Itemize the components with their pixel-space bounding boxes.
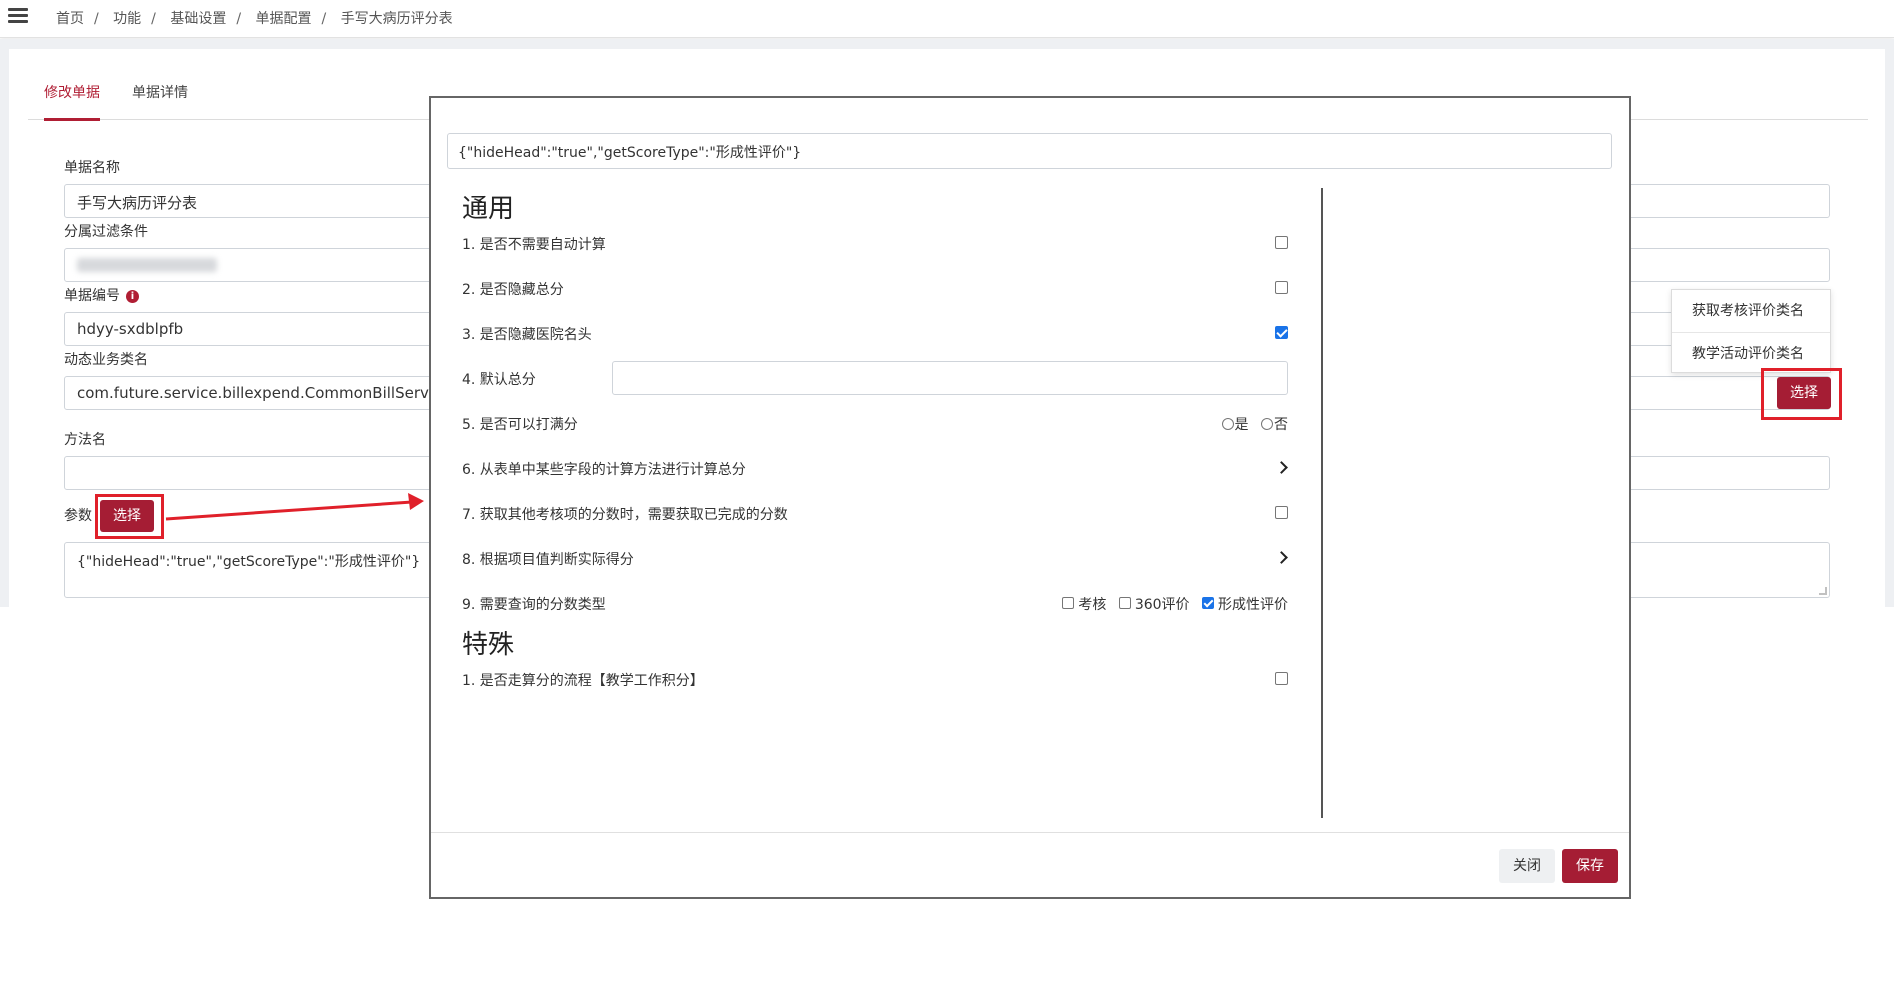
annotation-box-select (1761, 368, 1842, 420)
score-type-assessment[interactable]: 考核 (1062, 594, 1106, 614)
option-checkbox-no-auto-calc[interactable] (1275, 236, 1288, 249)
radio-yes[interactable] (1221, 418, 1234, 430)
option-label: 5. 是否可以打满分 (462, 417, 578, 433)
param-textarea-value: {"hideHead":"true","getScoreType":"形成性评价… (77, 554, 421, 570)
section-title-special: 特殊 (462, 630, 515, 660)
info-icon: i (126, 290, 139, 303)
bill-code-label: 单据编号 i (64, 285, 139, 305)
breadcrumb: 首页 / 功能 / 基础设置 / 单据配置 / 手写大病历评分表 (56, 11, 453, 27)
section-title-general: 通用 (462, 194, 515, 224)
option-row-8[interactable]: 8. 根据项目值判断实际得分 (462, 547, 1288, 571)
checkbox[interactable] (1062, 597, 1075, 609)
tab-edit-bill[interactable]: 修改单据 (44, 82, 100, 121)
option-checkbox-hide-total[interactable] (1275, 281, 1288, 294)
modal-divider (1321, 188, 1323, 818)
annotation-box-param (95, 494, 164, 539)
option-row-7: 7. 获取其他考核项的分数时，需要获取已完成的分数 (462, 502, 1288, 526)
resize-handle[interactable] (1819, 587, 1827, 595)
breadcrumb-bill-config[interactable]: 单据配置 (256, 11, 312, 27)
modal-options: 通用 1. 是否不需要自动计算 2. 是否隐藏总分 3. 是否隐藏医院名头 4.… (462, 188, 1302, 815)
menu-icon[interactable] (8, 8, 28, 24)
bill-name-label: 单据名称 (64, 160, 120, 176)
breadcrumb-basic-settings[interactable]: 基础设置 (170, 11, 226, 27)
breadcrumb-function[interactable]: 功能 (113, 11, 141, 27)
score-type-360[interactable]: 360评价 (1118, 594, 1190, 614)
radio-yes-label: 是 (1234, 417, 1249, 433)
score-type-formative[interactable]: 形成性评价 (1202, 594, 1288, 614)
option-label: 6. 从表单中某些字段的计算方法进行计算总分 (462, 462, 746, 478)
option-row-5: 5. 是否可以打满分 是 否 (462, 412, 1288, 436)
modal-param-input[interactable]: {"hideHead":"true","getScoreType":"形成性评价… (447, 133, 1612, 169)
params-modal: {"hideHead":"true","getScoreType":"形成性评价… (429, 96, 1631, 899)
chevron-right-icon[interactable] (1275, 551, 1288, 564)
option-row-4: 4. 默认总分 (462, 361, 1288, 395)
top-bar: 首页 / 功能 / 基础设置 / 单据配置 / 手写大病历评分表 (0, 0, 1894, 38)
radio-no[interactable] (1261, 418, 1273, 430)
option-row-3: 3. 是否隐藏医院名头 (462, 322, 1288, 346)
param-label: 参数 (64, 508, 92, 524)
modal-footer-divider (431, 832, 1629, 833)
breadcrumb-home[interactable]: 首页 (56, 11, 84, 27)
radio-no-label: 否 (1274, 417, 1288, 433)
class-dropdown-menu: 获取考核评价类名 教学活动评价类名 (1671, 289, 1831, 373)
breadcrumb-current: 手写大病历评分表 (340, 11, 453, 27)
option-row-1: 1. 是否不需要自动计算 (462, 232, 1288, 256)
option-checkbox-completed-scores[interactable] (1275, 506, 1288, 519)
option-row-9: 9. 需要查询的分数类型 考核 360评价 形成性评价 (462, 592, 1288, 616)
option-label: 1. 是否不需要自动计算 (462, 237, 606, 253)
score-type-group: 考核 360评价 形成性评价 (1054, 594, 1288, 614)
method-name-label: 方法名 (64, 432, 106, 448)
option-label: 7. 获取其他考核项的分数时，需要获取已完成的分数 (462, 507, 788, 523)
option-checkbox-hide-hospital-header[interactable] (1275, 326, 1288, 339)
option-label: 1. 是否走算分的流程【教学工作积分】 (462, 673, 704, 689)
chevron-right-icon[interactable] (1275, 461, 1288, 474)
dropdown-item-assessment-class[interactable]: 获取考核评价类名 (1672, 290, 1830, 332)
option-label: 2. 是否隐藏总分 (462, 282, 564, 298)
default-total-input[interactable] (612, 361, 1288, 395)
biz-class-label: 动态业务类名 (64, 352, 148, 368)
full-score-radio-group: 是 否 (1221, 414, 1288, 434)
option-row-2: 2. 是否隐藏总分 (462, 277, 1288, 301)
option-row-6[interactable]: 6. 从表单中某些字段的计算方法进行计算总分 (462, 457, 1288, 481)
checkbox[interactable] (1202, 597, 1214, 609)
checkbox[interactable] (1118, 597, 1131, 609)
close-button[interactable]: 关闭 (1499, 849, 1555, 883)
option-label: 9. 需要查询的分数类型 (462, 597, 606, 613)
redacted-value (77, 258, 217, 272)
option-checkbox-teaching-points-flow[interactable] (1275, 672, 1288, 685)
option-label: 4. 默认总分 (462, 372, 536, 388)
special-option-row-1: 1. 是否走算分的流程【教学工作积分】 (462, 668, 1288, 692)
option-label: 3. 是否隐藏医院名头 (462, 327, 592, 343)
option-label: 8. 根据项目值判断实际得分 (462, 552, 634, 568)
tab-bill-detail[interactable]: 单据详情 (132, 82, 188, 118)
save-button[interactable]: 保存 (1562, 849, 1618, 883)
filter-condition-label: 分属过滤条件 (64, 224, 148, 240)
